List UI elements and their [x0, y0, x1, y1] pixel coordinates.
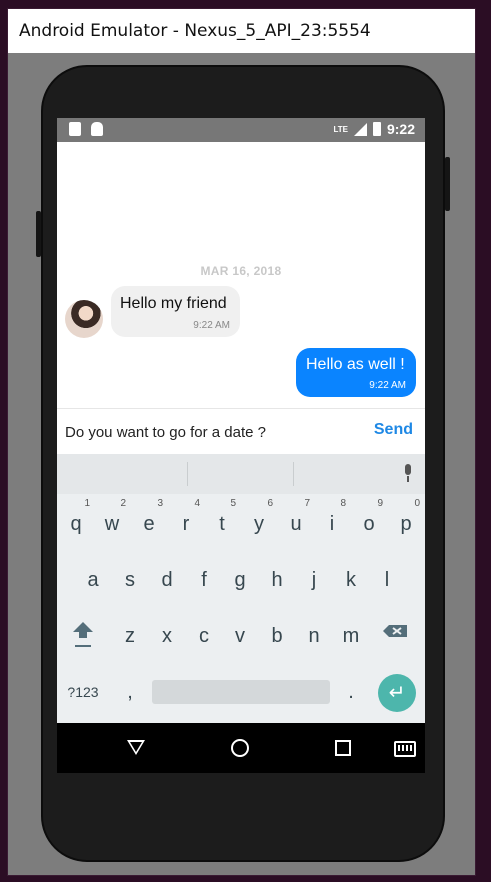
key-l[interactable]: l	[369, 552, 405, 604]
status-bar: LTE 9:22	[57, 118, 425, 142]
window-title: Android Emulator - Nexus_5_API_23:5554	[19, 21, 371, 41]
key-y[interactable]: 6y	[241, 496, 277, 548]
chat-thread[interactable]: MAR 16, 2018 Hello my friend 9:22 AM Hel…	[57, 142, 425, 408]
android-icon	[91, 122, 103, 136]
message-time: 9:22 AM	[193, 320, 230, 331]
window-titlebar: Android Emulator - Nexus_5_API_23:5554	[8, 9, 475, 53]
space-key[interactable]	[152, 680, 330, 704]
key-u[interactable]: 7u	[278, 496, 314, 548]
key-c[interactable]: c	[186, 608, 222, 660]
sd-card-icon	[69, 122, 81, 136]
key-x[interactable]: x	[149, 608, 185, 660]
avatar[interactable]	[65, 300, 103, 338]
outgoing-message-bubble[interactable]: Hello as well ! 9:22 AM	[296, 348, 416, 397]
shift-icon	[73, 622, 93, 647]
navigation-bar	[57, 723, 425, 773]
key-p[interactable]: 0p	[388, 496, 424, 548]
signal-icon	[353, 122, 367, 136]
suggestion-divider	[293, 462, 294, 486]
key-f[interactable]: f	[186, 552, 222, 604]
volume-button[interactable]	[36, 211, 41, 257]
key-s[interactable]: s	[112, 552, 148, 604]
key-a[interactable]: a	[75, 552, 111, 604]
microphone-icon[interactable]	[403, 464, 413, 482]
key-d[interactable]: d	[149, 552, 185, 604]
enter-key[interactable]: ↵	[378, 674, 416, 712]
status-time: 9:22	[386, 121, 415, 137]
message-composer: Send	[57, 408, 425, 455]
network-type: LTE	[333, 124, 348, 134]
key-n[interactable]: n	[296, 608, 332, 660]
symbols-key[interactable]: ?123	[63, 664, 103, 716]
key-g[interactable]: g	[222, 552, 258, 604]
message-text: Hello as well !	[306, 356, 405, 373]
period-key[interactable]: .	[333, 664, 369, 716]
keyboard-row-4: ?123 , . ↵	[57, 664, 425, 716]
power-button[interactable]	[445, 157, 450, 211]
message-time: 9:22 AM	[369, 380, 406, 391]
message-text: Hello my friend	[120, 295, 227, 312]
message-input[interactable]	[63, 417, 357, 447]
device-screen: LTE 9:22 MAR 16, 2018 Hello my friend 9:…	[57, 118, 425, 773]
key-o[interactable]: 9o	[351, 496, 387, 548]
key-j[interactable]: j	[296, 552, 332, 604]
keyboard-row-1: 1q 2w 3e 4r 5t 6y 7u 8i 9o 0p	[57, 496, 425, 548]
send-button[interactable]: Send	[374, 421, 413, 439]
backspace-key[interactable]	[379, 608, 415, 660]
keyboard-switch-icon[interactable]	[394, 741, 416, 757]
key-i[interactable]: 8i	[314, 496, 350, 548]
incoming-message-bubble[interactable]: Hello my friend 9:22 AM	[111, 286, 240, 337]
keyboard-row-3: z x c v b n m	[57, 608, 425, 660]
key-r[interactable]: 4r	[168, 496, 204, 548]
backspace-icon	[383, 625, 407, 637]
shift-key[interactable]	[65, 608, 101, 660]
key-e[interactable]: 3e	[131, 496, 167, 548]
key-w[interactable]: 2w	[94, 496, 130, 548]
key-z[interactable]: z	[112, 608, 148, 660]
home-icon[interactable]	[231, 739, 249, 757]
key-b[interactable]: b	[259, 608, 295, 660]
key-m[interactable]: m	[333, 608, 369, 660]
key-h[interactable]: h	[259, 552, 295, 604]
battery-icon	[372, 122, 381, 136]
key-t[interactable]: 5t	[204, 496, 240, 548]
soft-keyboard: 1q 2w 3e 4r 5t 6y 7u 8i 9o 0p a s d f g …	[57, 454, 425, 723]
recents-icon[interactable]	[335, 740, 351, 756]
keyboard-row-2: a s d f g h j k l	[57, 552, 425, 604]
back-icon[interactable]	[127, 740, 145, 755]
key-k[interactable]: k	[333, 552, 369, 604]
key-v[interactable]: v	[222, 608, 258, 660]
comma-key[interactable]: ,	[112, 664, 148, 716]
suggestion-strip[interactable]	[57, 454, 425, 494]
enter-icon: ↵	[388, 682, 406, 704]
suggestion-divider	[187, 462, 188, 486]
key-q[interactable]: 1q	[58, 496, 94, 548]
date-separator: MAR 16, 2018	[200, 264, 282, 278]
